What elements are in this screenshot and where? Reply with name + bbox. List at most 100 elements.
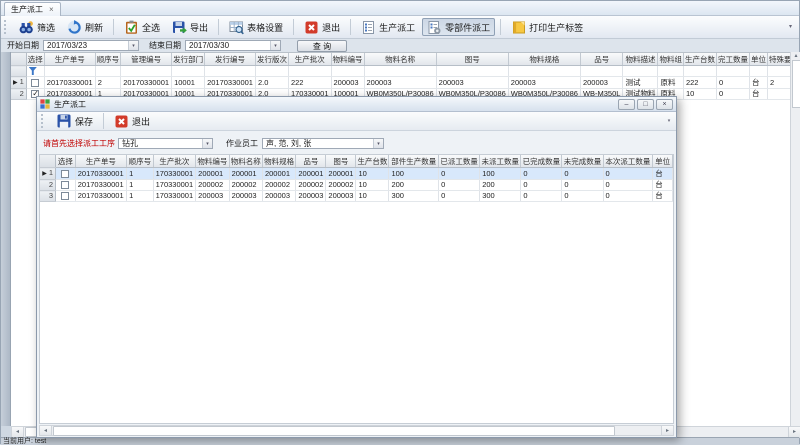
column-header[interactable]: 未派工数量	[480, 155, 521, 168]
column-header[interactable]: 物料组	[658, 53, 684, 66]
start-date-input[interactable]: 2017/03/23 ▾	[43, 40, 139, 51]
table-row[interactable]: ▶120170330001117033000120000120000120000…	[40, 168, 673, 180]
column-header[interactable]: 发行版次	[255, 53, 288, 66]
column-header[interactable]: 物料编号	[331, 53, 364, 66]
column-header[interactable]: 完工数量	[716, 53, 749, 66]
scroll-left-icon[interactable]: ◂	[40, 426, 52, 435]
column-header[interactable]: 发行编号	[205, 53, 256, 66]
chevron-down-icon[interactable]: ▾	[128, 41, 138, 50]
table-row[interactable]: 2201703300011170330001200002200002200002…	[40, 180, 673, 191]
main-toolbar: 筛选 刷新 全选 导出 表格设置 退出 生产派工	[1, 16, 799, 39]
column-header[interactable]: 特殊要求	[767, 53, 790, 66]
row-checkbox[interactable]	[61, 192, 69, 200]
column-header[interactable]: 物料名称	[229, 155, 262, 168]
vertical-scroll-thumb[interactable]	[792, 60, 800, 108]
minimize-button[interactable]: –	[618, 99, 635, 110]
tab-close-icon[interactable]: ×	[49, 3, 54, 16]
table-row[interactable]: ▶120170330001220170330001100012017033000…	[11, 77, 790, 89]
production-dispatch-button[interactable]: 生产派工	[356, 18, 420, 36]
toolbar-separator	[103, 113, 104, 129]
query-button[interactable]: 查 询	[297, 40, 347, 52]
column-header[interactable]: 生产批次	[288, 53, 331, 66]
column-header[interactable]: 物料规格	[508, 53, 580, 66]
close-button[interactable]: ×	[656, 99, 673, 110]
chevron-down-icon[interactable]: ▾	[270, 41, 280, 50]
auto-filter-row[interactable]	[11, 66, 790, 77]
column-header[interactable]: 物料描述	[623, 53, 658, 66]
column-header[interactable]: 图号	[436, 53, 508, 66]
row-number: 1	[20, 77, 24, 86]
exit-button[interactable]: 退出	[299, 18, 345, 36]
process-select[interactable]: 钻孔 ▾	[118, 138, 213, 149]
save-button[interactable]: 保存	[52, 113, 97, 129]
column-header[interactable]: 选择	[56, 155, 76, 168]
tab-bar: 生产派工 ×	[1, 1, 799, 16]
column-header[interactable]: 部件生产数量	[389, 155, 439, 168]
scroll-up-icon[interactable]: ▴	[791, 52, 800, 59]
column-header[interactable]: 物料编号	[196, 155, 229, 168]
dialog-toolbar-overflow-button[interactable]: ▾	[664, 114, 674, 128]
column-header[interactable]: 图号	[326, 155, 356, 168]
row-indicator: ▶1	[40, 168, 56, 180]
row-checkbox[interactable]	[61, 181, 69, 189]
dialog-exit-button[interactable]: 退出	[110, 114, 154, 129]
column-header[interactable]: 已派工数量	[439, 155, 480, 168]
row-checkbox[interactable]	[61, 170, 69, 178]
filter-button[interactable]: 筛选	[14, 18, 60, 36]
column-header[interactable]: 顺序号	[127, 155, 154, 168]
export-button[interactable]: 导出	[167, 18, 213, 36]
worker-select[interactable]: 声, 范, 刘, 张 ▾	[262, 138, 384, 149]
start-date-value: 2017/03/23	[47, 41, 87, 50]
print-label-button[interactable]: 打印生产标签	[506, 18, 588, 36]
column-header[interactable]: 品号	[580, 53, 623, 66]
column-header[interactable]: 顺序号	[95, 53, 121, 66]
dialog-titlebar[interactable]: 生产派工 – □ ×	[37, 97, 676, 112]
refresh-button[interactable]: 刷新	[62, 18, 108, 36]
left-collapsed-panel[interactable]	[1, 52, 11, 426]
column-header[interactable]: 发行部门	[172, 53, 205, 66]
end-date-input[interactable]: 2017/03/30 ▾	[185, 40, 281, 51]
column-header[interactable]: 单位	[653, 155, 673, 168]
chevron-down-icon[interactable]: ▾	[373, 139, 383, 148]
cell: 200003	[364, 77, 436, 89]
column-header[interactable]: 未完成数量	[562, 155, 603, 168]
column-header[interactable]: 已完成数量	[521, 155, 562, 168]
tab-production-dispatch[interactable]: 生产派工 ×	[4, 2, 61, 16]
row-number: 3	[49, 191, 53, 200]
column-header[interactable]: 生产台数	[356, 155, 389, 168]
cell: 222	[683, 77, 716, 89]
dialog-grid: 选择生产单号顺序号生产批次物料编号物料名称物料规格品号图号生产台数部件生产数量已…	[39, 154, 674, 424]
column-header[interactable]: 物料名称	[364, 53, 436, 66]
filter-funnel-icon[interactable]	[29, 67, 37, 75]
table-settings-button[interactable]: 表格设置	[224, 18, 288, 36]
column-header[interactable]: 品号	[296, 155, 326, 168]
cell: 200003	[326, 191, 356, 202]
horizontal-scroll-thumb[interactable]	[53, 426, 615, 436]
column-header[interactable]: 管理编号	[121, 53, 172, 66]
parts-dispatch-button[interactable]: 零部件派工	[422, 18, 495, 36]
column-header[interactable]: 生产单号	[44, 53, 95, 66]
chevron-down-icon[interactable]: ▾	[202, 139, 212, 148]
dialog-horizontal-scrollbar[interactable]: ◂ ▸	[39, 425, 674, 436]
data-table: 选择生产单号顺序号生产批次物料编号物料名称物料规格品号图号生产台数部件生产数量已…	[40, 155, 673, 202]
column-header[interactable]: 生产单号	[75, 155, 126, 168]
select-all-button[interactable]: 全选	[119, 18, 165, 36]
scroll-right-icon[interactable]: ▸	[661, 426, 673, 435]
column-header[interactable]: 生产批次	[153, 155, 196, 168]
cell: 300	[389, 191, 439, 202]
toolbar-overflow-button[interactable]: ▾	[785, 20, 796, 35]
column-header[interactable]: 生产台数	[683, 53, 716, 66]
scroll-right-icon[interactable]: ▸	[788, 427, 800, 437]
main-vertical-scrollbar[interactable]: ▴	[790, 52, 800, 426]
column-header[interactable]: 单位	[749, 53, 767, 66]
dialog-app-icon	[40, 99, 50, 109]
table-row[interactable]: 3201703300011170330001200003200003200003…	[40, 191, 673, 202]
row-checkbox[interactable]	[31, 79, 39, 87]
cell: 200	[389, 180, 439, 191]
column-header[interactable]: 物料规格	[262, 155, 295, 168]
maximize-button[interactable]: □	[637, 99, 654, 110]
column-header[interactable]: 本次派工数量	[603, 155, 653, 168]
scroll-left-icon[interactable]: ◂	[12, 427, 24, 437]
column-header[interactable]: 选择	[26, 53, 44, 66]
cell: 0	[521, 180, 562, 191]
